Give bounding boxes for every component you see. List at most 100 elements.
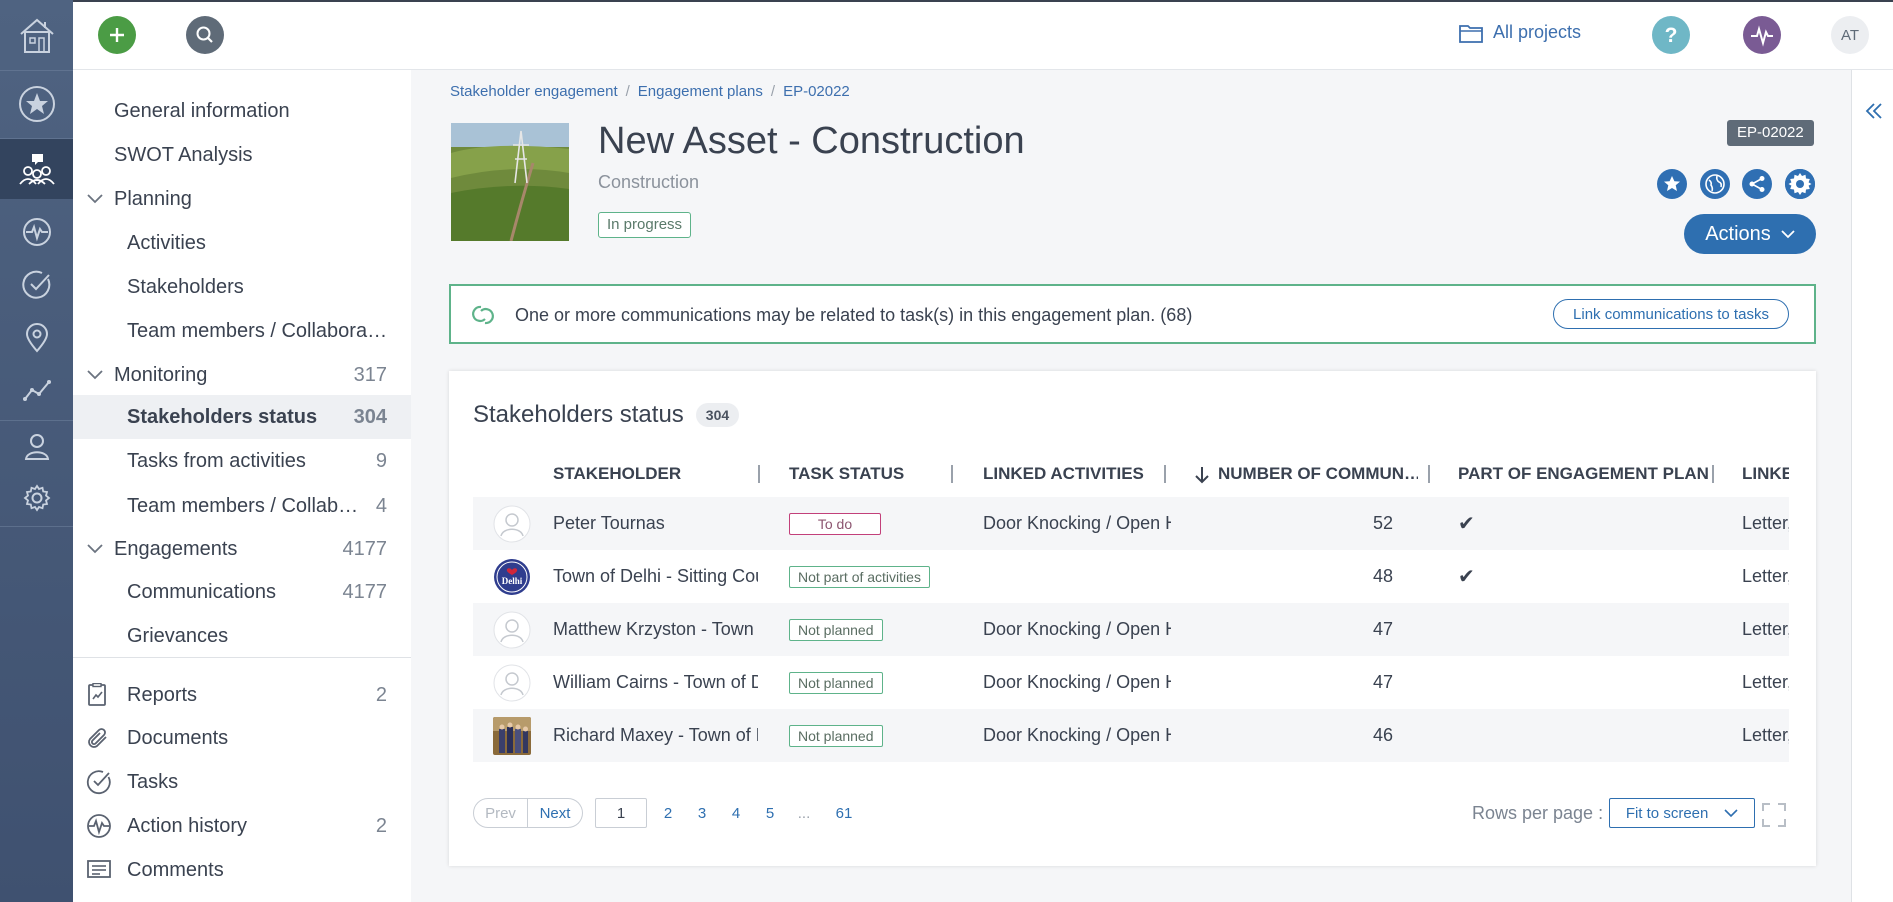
- user-avatar[interactable]: AT: [1831, 16, 1869, 54]
- fullscreen-icon[interactable]: [1762, 803, 1786, 827]
- sidebar-item-engagements[interactable]: Engagements 4177: [73, 527, 411, 571]
- column-header-number-of-communications[interactable]: NUMBER OF COMMUN…: [1218, 451, 1418, 497]
- sidebar-item-swot-analysis[interactable]: SWOT Analysis: [73, 133, 411, 177]
- home-icon[interactable]: [0, 8, 73, 64]
- stakeholder-engagement-icon[interactable]: [0, 139, 73, 199]
- cell-linked-activities[interactable]: Door Knocking / Open H: [983, 497, 1171, 550]
- cell-stakeholder[interactable]: Richard Maxey - Town of De: [553, 709, 758, 762]
- page-link[interactable]: 3: [685, 798, 719, 828]
- sort-descending-arrow-icon[interactable]: [1195, 466, 1209, 484]
- sidebar-item-grievances[interactable]: Grievances: [73, 614, 411, 658]
- sidebar-item-label: Planning: [114, 187, 192, 210]
- sidebar-item-activities[interactable]: Activities: [73, 221, 411, 265]
- table-row[interactable]: William Cairns - Town of De Not planned …: [473, 656, 1789, 709]
- sidebar-item-tasks-from-activities[interactable]: Tasks from activities 9: [73, 439, 411, 483]
- analytics-icon[interactable]: [0, 370, 73, 410]
- current-page-input[interactable]: 1: [595, 798, 647, 828]
- next-page-button[interactable]: Next: [528, 798, 583, 828]
- breadcrumb-item[interactable]: Engagement plans: [638, 83, 763, 100]
- globe-icon[interactable]: [1700, 169, 1730, 199]
- sidebar-item-team-members-planning[interactable]: Team members / Collaborat…: [73, 309, 411, 353]
- sidebar-item-reports[interactable]: Reports 2: [73, 673, 411, 717]
- cell-linked-activities[interactable]: Door Knocking / Open H: [983, 709, 1171, 762]
- actions-label: Actions: [1705, 222, 1771, 245]
- cell-linked-activities[interactable]: [983, 550, 1171, 603]
- sidebar-item-monitoring[interactable]: Monitoring 317: [73, 353, 411, 397]
- card-header: Stakeholders status 304: [473, 401, 740, 429]
- sidebar-item-stakeholders[interactable]: Stakeholders: [73, 265, 411, 309]
- prev-page-button[interactable]: Prev: [473, 798, 528, 828]
- search-button[interactable]: [186, 16, 224, 54]
- cell-linked-activities[interactable]: Door Knocking / Open H: [983, 603, 1171, 656]
- link-icon: [472, 305, 494, 325]
- cell-stakeholder[interactable]: Matthew Krzyston - Town o: [553, 603, 758, 656]
- cell-stakeholder[interactable]: William Cairns - Town of De: [553, 656, 758, 709]
- task-status-tag: Not planned: [789, 671, 883, 694]
- location-pin-icon[interactable]: [0, 318, 73, 358]
- column-header-stakeholder[interactable]: STAKEHOLDER: [553, 451, 753, 497]
- column-header-linked-activities[interactable]: LINKED ACTIVITIES: [983, 451, 1173, 497]
- double-chevron-left-icon[interactable]: [1865, 102, 1883, 120]
- settings-gear-icon[interactable]: [1785, 169, 1815, 199]
- sidebar-item-label: Stakeholders: [127, 275, 244, 298]
- sidebar-item-comments[interactable]: Comments: [73, 848, 411, 892]
- sidebar-item-label: Documents: [127, 726, 229, 749]
- activity-icon[interactable]: [0, 212, 73, 252]
- svg-text:Delhi: Delhi: [502, 576, 523, 586]
- page-title: New Asset - Construction: [598, 120, 1025, 162]
- help-button[interactable]: ?: [1652, 16, 1690, 54]
- sidebar-item-communications[interactable]: Communications 4177: [73, 570, 411, 614]
- cell-stakeholder[interactable]: Peter Tournas: [553, 497, 758, 550]
- cell-stakeholder[interactable]: Town of Delhi - Sitting Coun: [553, 550, 758, 603]
- sidebar-item-label: Team members / Collaborat…: [127, 319, 391, 342]
- user-icon[interactable]: [0, 426, 73, 466]
- favorite-star-icon[interactable]: [1657, 169, 1687, 199]
- rows-per-page: Rows per page : Fit to screen: [1472, 798, 1756, 828]
- link-communications-button[interactable]: Link communications to tasks: [1553, 299, 1789, 329]
- sidebar-item-label: SWOT Analysis: [114, 143, 253, 166]
- sidebar-item-tasks[interactable]: Tasks: [73, 760, 411, 804]
- column-header-linked[interactable]: LINKE: [1742, 451, 1789, 497]
- actions-button[interactable]: Actions: [1684, 214, 1816, 254]
- sidebar-item-planning[interactable]: Planning: [73, 177, 411, 221]
- column-header-part-of-engagement-plan[interactable]: PART OF ENGAGEMENT PLAN: [1458, 451, 1708, 497]
- table-row[interactable]: Delhi Town of Delhi - Sitting Coun Not p…: [473, 550, 1789, 603]
- share-icon[interactable]: [1742, 169, 1772, 199]
- activity-pulse-button[interactable]: [1743, 16, 1781, 54]
- pagination: Prev Next 1 2 3 4 5 ... 61: [473, 798, 867, 828]
- breadcrumb-item[interactable]: EP-02022: [783, 83, 850, 100]
- paperclip-icon: [88, 728, 107, 748]
- cell-task-status: Not part of activities: [789, 550, 949, 603]
- cell-task-status: Not planned: [789, 656, 949, 709]
- cell-linked-activities[interactable]: Door Knocking / Open H: [983, 656, 1171, 709]
- table-row[interactable]: Matthew Krzyston - Town o Not planned Do…: [473, 603, 1789, 656]
- page-link[interactable]: 2: [651, 798, 685, 828]
- rows-per-page-select[interactable]: Fit to screen: [1609, 798, 1756, 828]
- favorites-icon[interactable]: [0, 80, 73, 128]
- sidebar-item-team-members-monitoring[interactable]: Team members / Collab… 4: [73, 484, 411, 528]
- cell-number-of-communications: 48: [1372, 566, 1393, 586]
- sidebar-item-label: Engagements: [114, 537, 238, 560]
- page-link[interactable]: 61: [821, 798, 867, 828]
- sidebar-item-documents[interactable]: Documents: [73, 716, 411, 760]
- column-header-task-status[interactable]: TASK STATUS: [789, 451, 939, 497]
- rows-per-page-label: Rows per page :: [1472, 802, 1604, 823]
- sidebar-item-count: 317: [353, 363, 387, 386]
- avatar-placeholder-icon: [493, 505, 531, 543]
- sidebar-item-stakeholders-status[interactable]: Stakeholders status 304: [73, 395, 411, 439]
- sidebar-item-count: 2: [375, 814, 387, 837]
- table-row[interactable]: Peter Tournas To do Door Knocking / Open…: [473, 497, 1789, 550]
- sidebar-item-general-information[interactable]: General information: [73, 89, 411, 133]
- svg-text:?: ?: [1665, 24, 1678, 47]
- breadcrumb-item[interactable]: Stakeholder engagement: [450, 83, 618, 100]
- page-link[interactable]: 5: [753, 798, 787, 828]
- stakeholders-status-card: Stakeholders status 304 STAKEHOLDER TASK…: [449, 371, 1816, 866]
- settings-gear-icon[interactable]: [0, 478, 73, 518]
- sidebar-item-action-history[interactable]: Action history 2: [73, 804, 411, 848]
- tasks-check-icon[interactable]: [0, 265, 73, 305]
- communications-notice: One or more communications may be relate…: [449, 284, 1816, 344]
- add-button[interactable]: [98, 16, 136, 54]
- all-projects-link[interactable]: All projects: [1459, 22, 1581, 43]
- table-row[interactable]: Richard Maxey - Town of De Not planned D…: [473, 709, 1789, 762]
- page-link[interactable]: 4: [719, 798, 753, 828]
